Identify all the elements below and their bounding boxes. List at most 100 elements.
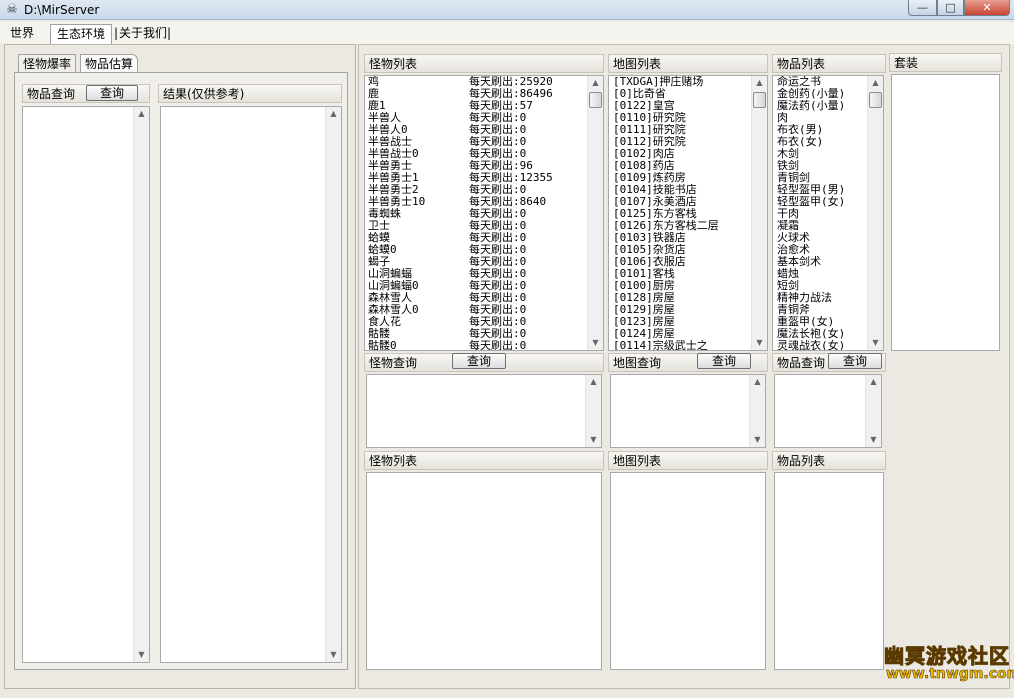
- scroll-down-icon[interactable]: ▼: [326, 648, 341, 662]
- subtab-item-estimate[interactable]: 物品估算: [80, 54, 139, 73]
- scroll-up-icon[interactable]: ▲: [868, 76, 883, 90]
- item-query-button-right[interactable]: 查询: [828, 353, 882, 369]
- monster-list-item[interactable]: 食人花 每天刷出:0: [365, 316, 603, 328]
- monster-result-list[interactable]: [366, 472, 602, 670]
- monster-query-scrollbar[interactable]: ▲ ▼: [585, 375, 601, 447]
- item-query-input[interactable]: ▲ ▼: [774, 374, 882, 448]
- map-list-item[interactable]: [0129]房屋: [609, 304, 767, 316]
- monster-query-input[interactable]: ▲ ▼: [366, 374, 602, 448]
- monster-list[interactable]: 鸡每天刷出:25920 鹿每天刷出:86496 鹿1 每天刷出:57 半兽人 每天刷出:0…: [364, 75, 604, 351]
- map-list-item[interactable]: [0125]东方客栈: [609, 208, 767, 220]
- map-query-input[interactable]: ▲ ▼: [610, 374, 766, 448]
- monster-list-item[interactable]: 山洞蝙蝠0 每天刷出:0: [365, 280, 603, 292]
- map-list-item[interactable]: [0107]永美酒店: [609, 196, 767, 208]
- map-list-item[interactable]: [0109]炼药房: [609, 172, 767, 184]
- monster-list-item[interactable]: 半兽勇士 每天刷出:96: [365, 160, 603, 172]
- app-icon[interactable]: ☠: [4, 2, 20, 18]
- map-list-item[interactable]: [0103]铁器店: [609, 232, 767, 244]
- scroll-thumb[interactable]: [753, 92, 766, 108]
- monster-list-item[interactable]: 半兽勇士10 每天刷出:8640: [365, 196, 603, 208]
- minimize-button[interactable]: —: [908, 0, 937, 16]
- scroll-down-icon[interactable]: ▼: [750, 433, 765, 447]
- tab-world[interactable]: 世界: [4, 24, 40, 44]
- result-list[interactable]: ▲ ▼: [160, 106, 342, 663]
- subtab-monster-drop-rate[interactable]: 怪物爆率: [18, 54, 77, 73]
- set-list[interactable]: [891, 74, 1000, 351]
- map-result-list[interactable]: [610, 472, 766, 670]
- monster-query-button[interactable]: 查询: [452, 353, 506, 369]
- result-scrollbar[interactable]: ▲ ▼: [325, 107, 341, 662]
- scroll-down-icon[interactable]: ▼: [868, 336, 883, 350]
- map-list-scrollbar[interactable]: ▲ ▼: [751, 76, 767, 350]
- monster-list-item[interactable]: 鹿1 每天刷出:57: [365, 100, 603, 112]
- map-list-item[interactable]: [0105]杂货店: [609, 244, 767, 256]
- scroll-down-icon[interactable]: ▼: [134, 648, 149, 662]
- scroll-up-icon[interactable]: ▲: [326, 107, 341, 121]
- item-query-list[interactable]: ▲ ▼: [22, 106, 150, 663]
- monster-list-item[interactable]: 骷髅0 每天刷出:0: [365, 340, 603, 350]
- scroll-down-icon[interactable]: ▼: [752, 336, 767, 350]
- monster-list-item[interactable]: 森林雪人0 每天刷出:0: [365, 304, 603, 316]
- monster-list-item[interactable]: 毒蜘蛛 每天刷出:0: [365, 208, 603, 220]
- scroll-up-icon[interactable]: ▲: [750, 375, 765, 389]
- map-query-button[interactable]: 查询: [697, 353, 751, 369]
- monster-list-item[interactable]: 蛤蟆 每天刷出:0: [365, 232, 603, 244]
- monster-list-item[interactable]: 半兽战士0 每天刷出:0: [365, 148, 603, 160]
- item-query-scrollbar[interactable]: ▲ ▼: [133, 107, 149, 662]
- monster-list-item[interactable]: 鸡 每天刷出:25920: [365, 76, 603, 88]
- scroll-down-icon[interactable]: ▼: [866, 433, 881, 447]
- monster-list-item[interactable]: 半兽勇士1 每天刷出:12355: [365, 172, 603, 184]
- map-list-item[interactable]: [0128]房屋: [609, 292, 767, 304]
- item-list-scrollbar[interactable]: ▲ ▼: [867, 76, 883, 350]
- map-list-item[interactable]: [0102]肉店: [609, 148, 767, 160]
- map-list-item[interactable]: [TXDGA]押庄赌场: [609, 76, 767, 88]
- map-list-item[interactable]: [0111]研究院: [609, 124, 767, 136]
- item-list[interactable]: 命运之书 金创药(小量) 魔法药(小量) 肉布衣(男) 布衣(女) 木剑 铁剑 青铜剑 轻型盔甲…: [772, 75, 884, 351]
- map-list-item-label: [0122]皇宫: [613, 100, 675, 112]
- scroll-up-icon[interactable]: ▲: [134, 107, 149, 121]
- map-list-item[interactable]: [0122]皇宫: [609, 100, 767, 112]
- monster-list-item[interactable]: 半兽战士 每天刷出:0: [365, 136, 603, 148]
- scroll-down-icon[interactable]: ▼: [588, 336, 603, 350]
- monster-name: 毒蜘蛛: [368, 208, 401, 220]
- scroll-up-icon[interactable]: ▲: [586, 375, 601, 389]
- scroll-up-icon[interactable]: ▲: [866, 375, 881, 389]
- monster-list-item[interactable]: 半兽人0 每天刷出:0: [365, 124, 603, 136]
- scroll-thumb[interactable]: [869, 92, 882, 108]
- map-list-item[interactable]: [0108]药店: [609, 160, 767, 172]
- monster-list-item[interactable]: 森林雪人 每天刷出:0: [365, 292, 603, 304]
- map-list-item[interactable]: [0100]厨房: [609, 280, 767, 292]
- map-list[interactable]: [TXDGA]押庄赌场 [0]比奇省 [0122]皇宫 [0110]研究院 [0111]…: [608, 75, 768, 351]
- monster-list-item[interactable]: 卫士 每天刷出:0: [365, 220, 603, 232]
- monster-list-item[interactable]: 骷髅 每天刷出:0: [365, 328, 603, 340]
- item-result-list[interactable]: [774, 472, 884, 670]
- map-list-item[interactable]: [0110]研究院: [609, 112, 767, 124]
- map-list-item[interactable]: [0126]东方客栈二层: [609, 220, 767, 232]
- monster-list-item[interactable]: 半兽人 每天刷出:0: [365, 112, 603, 124]
- maximize-button[interactable]: □: [937, 0, 964, 16]
- scroll-up-icon[interactable]: ▲: [752, 76, 767, 90]
- map-list-item[interactable]: [0]比奇省: [609, 88, 767, 100]
- map-query-scrollbar[interactable]: ▲ ▼: [749, 375, 765, 447]
- map-list-item[interactable]: [0123]房屋: [609, 316, 767, 328]
- scroll-up-icon[interactable]: ▲: [588, 76, 603, 90]
- tab-ecology[interactable]: 生态环境: [50, 24, 113, 44]
- monster-list-item[interactable]: 鹿 每天刷出:86496: [365, 88, 603, 100]
- monster-list-item[interactable]: 半兽勇士2 每天刷出:0: [365, 184, 603, 196]
- monster-list-item[interactable]: 山洞蝙蝠 每天刷出:0: [365, 268, 603, 280]
- tab-about[interactable]: 关于我们: [113, 24, 173, 44]
- map-list-item[interactable]: [0124]房屋: [609, 328, 767, 340]
- monster-list-scrollbar[interactable]: ▲ ▼: [587, 76, 603, 350]
- monster-list-item[interactable]: 蝎子 每天刷出:0: [365, 256, 603, 268]
- map-list-item[interactable]: [0112]研究院: [609, 136, 767, 148]
- map-list-item[interactable]: [0104]技能书店: [609, 184, 767, 196]
- scroll-thumb[interactable]: [589, 92, 602, 108]
- map-list-item[interactable]: [0114]宗级武士之: [609, 340, 767, 350]
- map-list-item[interactable]: [0106]衣服店: [609, 256, 767, 268]
- monster-list-item[interactable]: 蛤蟆0 每天刷出:0: [365, 244, 603, 256]
- item-query-scrollbar[interactable]: ▲ ▼: [865, 375, 881, 447]
- item-query-button[interactable]: 查询: [86, 85, 138, 101]
- map-list-item[interactable]: [0101]客栈: [609, 268, 767, 280]
- close-button[interactable]: ✕: [964, 0, 1010, 16]
- scroll-down-icon[interactable]: ▼: [586, 433, 601, 447]
